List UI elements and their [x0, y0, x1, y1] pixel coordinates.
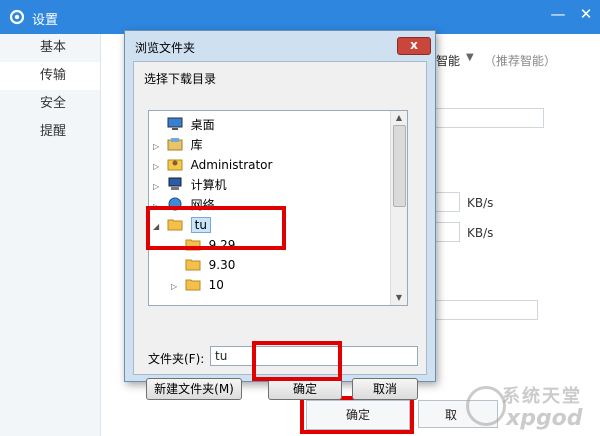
scroll-down-icon[interactable]: ▼ — [391, 291, 407, 305]
dialog-prompt: 选择下载目录 — [144, 72, 217, 86]
sidebar-item-basic[interactable]: 基本 — [0, 34, 100, 62]
sidebar-item-transfer[interactable]: 传输 — [0, 62, 100, 90]
tree-item-computer[interactable]: ▷ 计算机 — [153, 175, 227, 195]
close-button[interactable]: ✕ — [574, 2, 598, 26]
upload-unit: KB/s — [467, 196, 494, 210]
tree-item-930[interactable]: 9.30 — [171, 255, 235, 275]
mode-hint: （推荐智能） — [484, 54, 557, 68]
dialog-title: 浏览文件夹 — [135, 41, 196, 55]
expand-arrow-icon: ▷ — [153, 162, 160, 171]
folder-icon — [185, 279, 201, 291]
tree-item-library[interactable]: ▷ 库 — [153, 135, 203, 155]
highlight-tu-folder — [146, 206, 286, 250]
settings-gear-icon — [9, 9, 25, 25]
computer-icon — [168, 177, 182, 190]
watermark-circle-icon — [466, 386, 506, 426]
mode-select[interactable]: 智能 — [436, 52, 460, 69]
library-icon — [167, 138, 183, 151]
highlight-settings-ok — [300, 396, 414, 434]
folder-label: 文件夹(F): — [148, 352, 205, 366]
watermark-top: 系统天堂 — [502, 386, 582, 407]
sidebar: 基本 传输 安全 提醒 — [0, 34, 101, 436]
minimize-button[interactable]: — — [546, 2, 570, 26]
dialog-close-button[interactable]: x — [397, 37, 431, 55]
path-field[interactable] — [434, 300, 538, 320]
upload-speed-input[interactable] — [434, 192, 460, 212]
tree-scrollbar[interactable]: ▲ ▼ — [390, 111, 407, 305]
download-speed-input[interactable] — [434, 222, 460, 242]
background-field[interactable] — [434, 108, 544, 128]
user-folder-icon — [167, 159, 183, 171]
dialog-ok-button[interactable]: 确定 — [268, 378, 342, 400]
highlight-dialog-ok — [252, 341, 342, 381]
tree-item-desktop[interactable]: 桌面 — [153, 115, 215, 135]
tree-item-10[interactable]: ▷ 10 — [171, 275, 224, 295]
watermark-bottom: xpgod — [506, 406, 583, 431]
window-title: 设置 — [32, 13, 59, 28]
scroll-thumb[interactable] — [393, 125, 406, 207]
desktop-icon — [167, 117, 183, 130]
download-unit: KB/s — [467, 226, 494, 240]
scroll-up-icon[interactable]: ▲ — [391, 111, 407, 125]
expand-arrow-icon: ▷ — [153, 182, 160, 191]
sidebar-item-security[interactable]: 安全 — [0, 90, 100, 118]
expand-arrow-icon: ▷ — [171, 282, 178, 291]
tree-item-administrator[interactable]: ▷ Administrator — [153, 155, 272, 175]
folder-icon — [185, 259, 201, 271]
expand-arrow-icon: ▷ — [153, 142, 160, 151]
new-folder-button[interactable]: 新建文件夹(M) — [146, 378, 242, 400]
watermark-logo: 系统天堂 xpgod — [466, 378, 596, 434]
dialog-cancel-button[interactable]: 取消 — [352, 378, 418, 400]
chevron-down-icon[interactable]: ▼ — [466, 52, 476, 66]
main-titlebar: 设置 — ✕ — [0, 0, 600, 34]
sidebar-item-reminder[interactable]: 提醒 — [0, 118, 100, 146]
